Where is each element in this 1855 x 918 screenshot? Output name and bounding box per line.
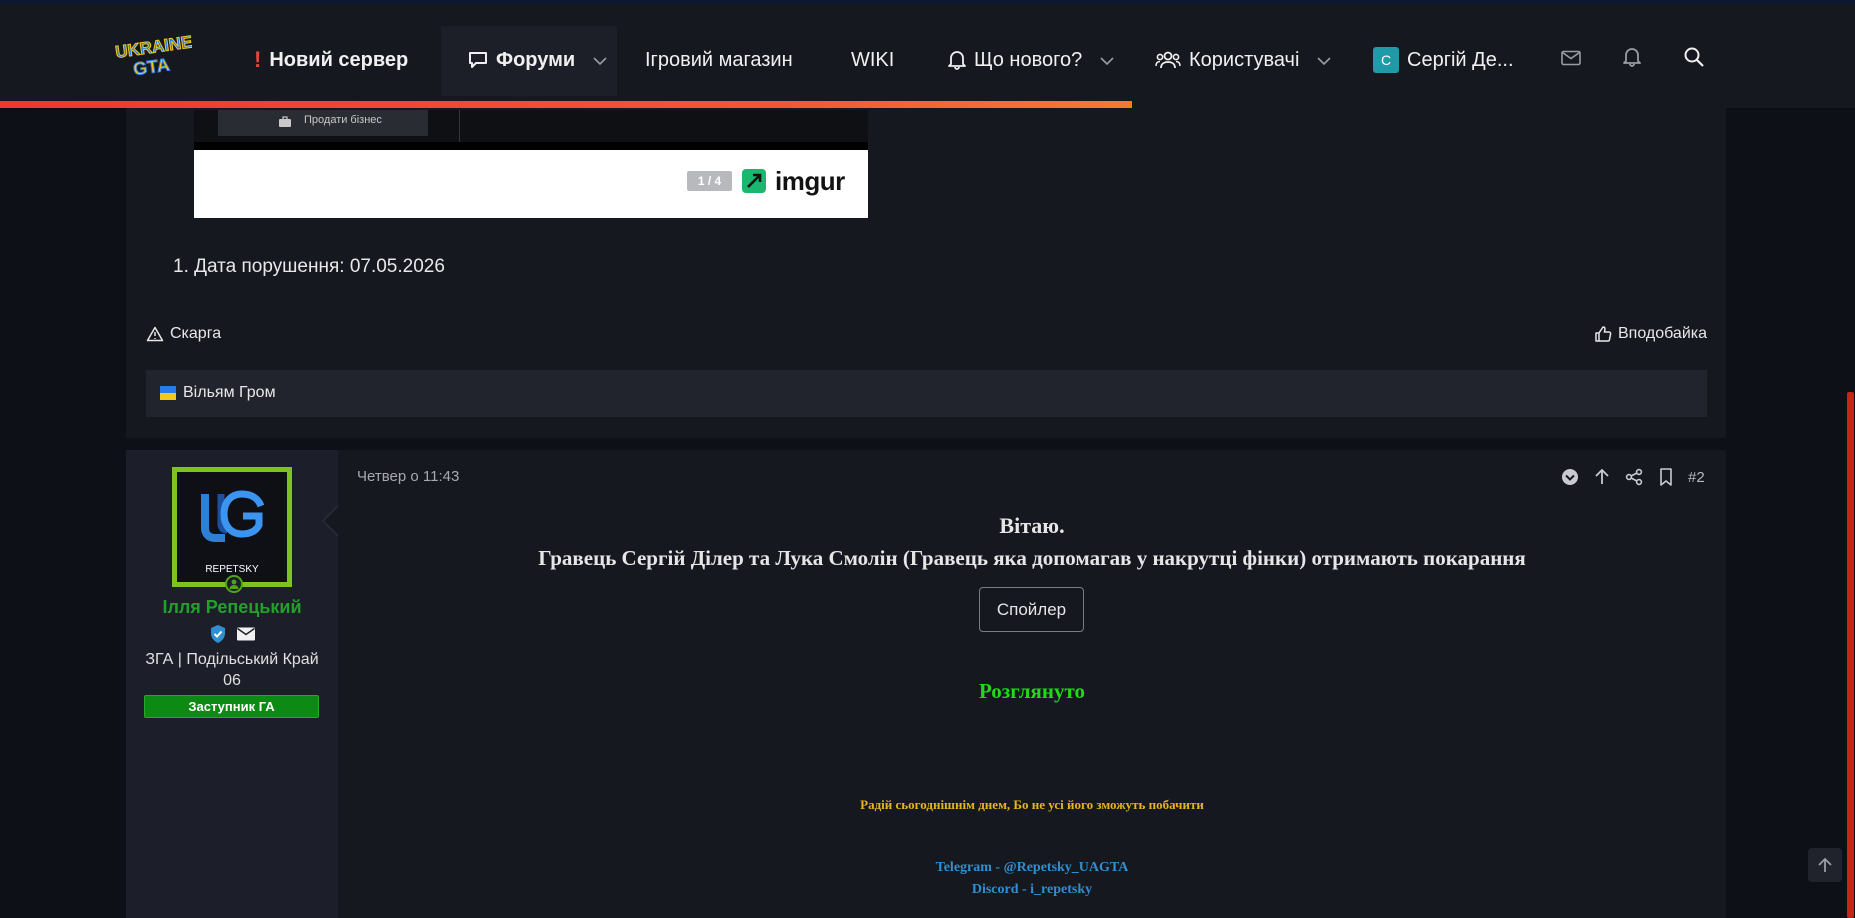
inbox-button[interactable]: [1561, 32, 1581, 88]
spoiler-button[interactable]: Спойлер: [979, 587, 1084, 632]
imgur-image: Продати бізнес: [194, 110, 868, 150]
users-icon: [1155, 51, 1181, 69]
chevron-down-icon[interactable]: [1100, 49, 1114, 72]
online-status-icon: [225, 575, 243, 593]
chat-bubble-icon: [468, 51, 488, 69]
screenshot-menu-item: Продати бізнес: [218, 110, 428, 136]
repetsky-logo: REPETSKY: [177, 472, 287, 582]
nav-whats-new[interactable]: Що нового?: [948, 32, 1114, 88]
post-actions: #2: [1554, 466, 1705, 488]
post-date[interactable]: Четвер о 11:43: [357, 468, 459, 485]
search-icon: [1684, 47, 1704, 73]
account-avatar: С: [1373, 47, 1399, 73]
site-header: UKRAINE GTA ! Новий сервер Форуми Ігрови…: [0, 4, 1855, 108]
author-badges: [208, 624, 258, 644]
nav-forums[interactable]: Форуми: [468, 32, 607, 88]
imgur-logo[interactable]: imgur: [742, 166, 858, 196]
imgur-footer: 1 / 4 imgur: [194, 150, 868, 218]
thumbs-up-icon: [1595, 326, 1612, 342]
nav-account[interactable]: С Сергій Де...: [1373, 32, 1514, 88]
scrollbar-thumb[interactable]: [1847, 392, 1854, 918]
reading-progress-bar: [0, 101, 1132, 108]
verified-badge-icon[interactable]: [208, 624, 228, 644]
author-title: ЗГА | Подільський Край 06: [145, 651, 319, 689]
likes-summary: Вільям Гром: [146, 370, 1707, 417]
share-button[interactable]: [1618, 468, 1650, 486]
imgur-counter[interactable]: 1 / 4: [687, 171, 732, 191]
svg-text:GTA: GTA: [132, 54, 171, 79]
message-greeting: Вітаю.: [999, 513, 1065, 538]
svg-text:REPETSKY: REPETSKY: [205, 564, 259, 575]
post-number[interactable]: #2: [1688, 469, 1705, 486]
screenshot-bottom-bar: [194, 142, 868, 150]
author-avatar[interactable]: REPETSKY: [172, 467, 292, 593]
back-to-top-button[interactable]: [1808, 848, 1842, 882]
author-username[interactable]: Ілля Репецький: [126, 597, 338, 618]
like-link[interactable]: Вподобайка: [1594, 325, 1707, 343]
search-button[interactable]: [1684, 32, 1704, 88]
envelope-icon: [1561, 49, 1581, 72]
arrow-up-icon: [1818, 857, 1832, 872]
message-verdict: Гравець Сергій Ділер та Лука Смолін (Гра…: [538, 546, 1526, 570]
nav-users[interactable]: Користувачі: [1155, 32, 1331, 88]
nav-wiki[interactable]: WIKI: [851, 32, 894, 88]
signature-discord: Discord - i_repetsky: [971, 882, 1093, 897]
exclamation-icon: !: [254, 47, 262, 72]
imgur-expand-icon: [742, 169, 766, 193]
imgur-embed[interactable]: Продати бізнес 1 / 4 imgur: [194, 110, 868, 218]
scroll-up-button[interactable]: [1586, 468, 1618, 486]
chevron-circle-down-icon: [1562, 469, 1578, 485]
bell-icon: [948, 50, 966, 70]
report-link[interactable]: Скарга: [146, 325, 221, 343]
nav-new-server[interactable]: ! Новий сервер: [254, 32, 408, 88]
signature-telegram-link[interactable]: Telegram - @Repetsky_UAGTA: [357, 860, 1707, 876]
post-menu-button[interactable]: [1554, 468, 1586, 486]
email-icon[interactable]: [236, 626, 256, 642]
chevron-down-icon[interactable]: [593, 49, 607, 72]
share-icon: [1625, 468, 1643, 486]
alerts-button[interactable]: [1623, 32, 1641, 88]
warning-icon: [146, 326, 164, 342]
bookmark-button[interactable]: [1650, 468, 1682, 486]
arrow-up-icon: [1595, 468, 1609, 484]
liked-by-user[interactable]: Вільям Гром: [183, 384, 276, 402]
message-status: Розглянуто: [979, 679, 1085, 703]
bookmark-icon: [1660, 468, 1672, 486]
violation-date: 1. Дата порушення: 07.05.2026: [173, 256, 445, 277]
chevron-down-icon[interactable]: [1317, 49, 1331, 72]
bell-icon: [1623, 47, 1641, 73]
signature-quote: Радій сьогоднішнім днем, Бо не усі його …: [860, 797, 1204, 812]
reaction-flag-icon: [160, 386, 176, 400]
nav-game-shop[interactable]: Ігровий магазин: [645, 32, 793, 88]
site-logo[interactable]: UKRAINE GTA: [114, 32, 194, 84]
author-role-banner: Заступник ГА: [144, 695, 319, 718]
message-pointer-inner: [324, 507, 338, 535]
briefcase-icon: [279, 116, 291, 127]
